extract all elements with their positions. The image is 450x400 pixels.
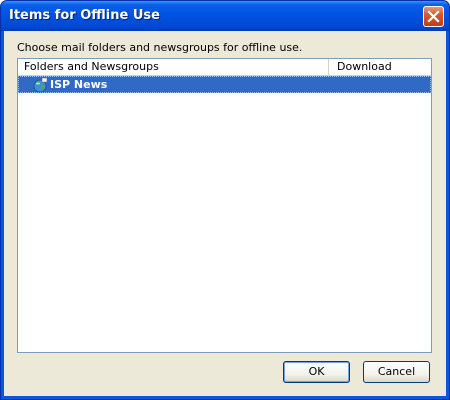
list-item[interactable]: ISP News: [18, 76, 431, 93]
title-bar[interactable]: Items for Offline Use: [1, 1, 449, 31]
dialog-window: Items for Offline Use Choose mail folder…: [0, 0, 450, 400]
cancel-button[interactable]: Cancel: [363, 361, 430, 383]
instruction-text: Choose mail folders and newsgroups for o…: [17, 41, 303, 54]
dialog-client-area: Choose mail folders and newsgroups for o…: [4, 31, 446, 396]
close-button[interactable]: [423, 6, 444, 27]
close-icon: [427, 10, 440, 23]
column-header-folders[interactable]: Folders and Newsgroups: [18, 59, 329, 75]
column-headers: Folders and Newsgroups Download: [18, 59, 431, 76]
window-title: Items for Offline Use: [9, 8, 160, 23]
list-item-label: ISP News: [50, 78, 108, 91]
globe-news-icon: [33, 77, 48, 93]
column-header-download[interactable]: Download: [329, 59, 431, 75]
ok-button[interactable]: OK: [283, 361, 350, 383]
folders-listview[interactable]: Folders and Newsgroups Download ISP News: [17, 58, 432, 353]
